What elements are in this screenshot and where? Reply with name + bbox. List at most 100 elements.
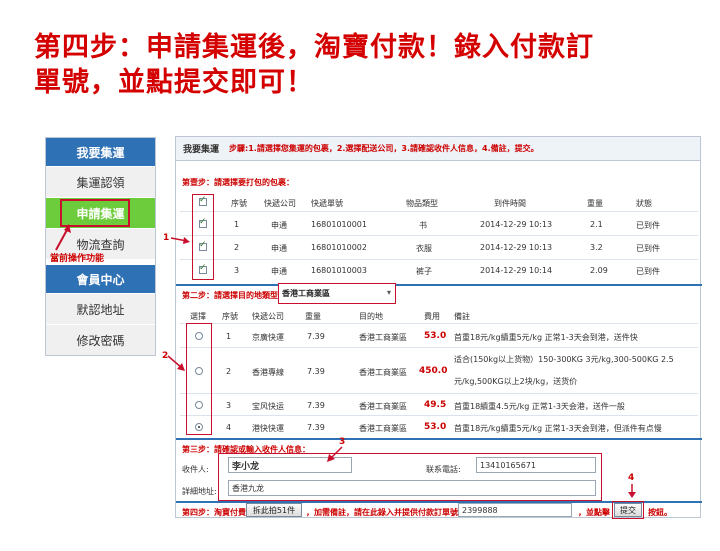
row-status: 已到件 <box>636 221 660 230</box>
row-company: 京廣快運 <box>252 333 284 342</box>
row-dest: 香港工商業區 <box>359 424 407 433</box>
row-weight: 3.2 <box>590 243 603 252</box>
col-header-status: 狀態 <box>636 199 652 208</box>
row-note-line2: 元/kg,500KG以上2块/kg，送货价 <box>454 377 578 386</box>
section-separator <box>176 438 702 440</box>
pay-button[interactable]: 拆此拍51件 <box>246 503 302 517</box>
destination-select[interactable]: 香港工商業區 ▾ <box>278 283 396 304</box>
nav-header-member: 會員中心 <box>46 265 155 293</box>
row-type: 书 <box>419 221 427 230</box>
step4-label: 第四步：淘寶付費 <box>182 508 246 517</box>
col-header-type: 物品類型 <box>406 199 438 208</box>
annotation-box-submit <box>612 501 644 519</box>
row-no: 4 <box>226 423 232 432</box>
row-company: 申通 <box>271 244 287 253</box>
table-divider <box>180 259 698 260</box>
row-weight: 7.39 <box>307 423 325 432</box>
row-weight: 7.39 <box>307 401 325 410</box>
destination-selected-value: 香港工商業區 <box>282 289 330 298</box>
table-divider <box>180 347 698 348</box>
annotation-arrow-icon <box>628 484 636 498</box>
nav-item-password[interactable]: 修改密碼 <box>46 324 155 355</box>
section-separator <box>176 284 702 286</box>
annotation-arrow-icon <box>327 446 343 462</box>
row-weight: 7.39 <box>307 332 325 341</box>
row-type: 衣服 <box>416 244 432 253</box>
row-weight: 7.39 <box>307 367 325 376</box>
row-company: 申通 <box>271 267 287 276</box>
col-header-dest: 目的地 <box>359 312 383 321</box>
table-divider <box>180 323 698 324</box>
col-header-weight: 重量 <box>305 312 321 321</box>
address-input[interactable]: 香港九龙 <box>228 480 596 496</box>
annotation-box-radios <box>186 323 212 435</box>
annotation-arrow-icon <box>55 224 71 251</box>
row-company: 港快快運 <box>252 424 284 433</box>
row-dest: 香港工商業區 <box>359 333 407 342</box>
row-no: 2 <box>226 367 232 376</box>
table-divider <box>180 235 698 236</box>
row-fee: 53.0 <box>424 331 447 341</box>
phone-label: 联系電話: <box>426 465 461 474</box>
row-company: 申通 <box>271 221 287 230</box>
table-divider <box>180 393 698 394</box>
row-time: 2014-12-29 10:13 <box>480 243 553 252</box>
row-note: 首重18元/kg續重5元/kg 正常1-3天会到港，送件快 <box>454 333 638 342</box>
row-no: 3 <box>226 401 232 410</box>
panel-header: 我要集運 步驟:1.請選擇您集運的包裹，2.選擇配送公司，3.請確認收件人信息，… <box>176 137 700 161</box>
row-company: 香港專線 <box>252 368 284 377</box>
row-dest: 香港工商業區 <box>359 368 407 377</box>
col-header-company: 快遞公司 <box>264 199 296 208</box>
nav-header-shipping: 我要集運 <box>46 138 155 166</box>
nav-item-claim[interactable]: 集運認領 <box>46 166 155 197</box>
address-label: 詳細地址: <box>182 487 217 496</box>
row-note-line1: 适合(150kg以上货物）150-300KG 3元/kg,300-500KG 2… <box>454 355 674 364</box>
panel-title: 我要集運 <box>183 145 220 155</box>
order-number-input[interactable]: 2399888 <box>458 503 572 517</box>
step2-label: 第二步：請選擇目的地類型 <box>182 291 278 300</box>
recipient-label: 收件人: <box>182 465 209 474</box>
row-tracking: 16801010002 <box>311 243 367 252</box>
row-no: 3 <box>234 266 240 275</box>
step4-hint: ，加需備註，請在此錄入并提供付款訂單號 <box>306 508 458 517</box>
row-fee: 53.0 <box>424 422 447 432</box>
row-no: 1 <box>226 332 232 341</box>
row-status: 已到件 <box>636 244 660 253</box>
active-function-note: 當前操作功能 <box>50 254 105 264</box>
col-header-fee: 費用 <box>424 312 440 321</box>
row-note: 首重18續重4.5元/kg 正常1-3天会港，送件一般 <box>454 402 625 411</box>
step4-confirm-text: ，並點擊 <box>578 508 610 517</box>
row-fee: 49.5 <box>424 400 447 410</box>
nav-item-address[interactable]: 默認地址 <box>46 293 155 324</box>
step1-label: 第壹步：請選擇要打包的包裹： <box>182 178 294 187</box>
row-dest: 香港工商業區 <box>359 402 407 411</box>
row-note: 首重18元/kg續重5元/kg 正常1-3天会到港，但派件有点慢 <box>454 424 662 433</box>
col-header-time: 到件時間 <box>494 199 526 208</box>
phone-input[interactable]: 13410165671 <box>476 457 596 473</box>
row-no: 2 <box>234 243 240 252</box>
row-time: 2014-12-29 10:14 <box>480 266 553 275</box>
col-header-tracking: 快遞單號 <box>311 199 343 208</box>
headline-line-1: 第四步：申請集運後，淘寶付款！錄入付款訂 <box>34 32 594 63</box>
row-status: 已到件 <box>636 267 660 276</box>
panel-steps-hint: 步驟:1.請選擇您集運的包裹，2.選擇配送公司，3.請確認收件人信息，4.備註，… <box>229 144 539 153</box>
table-divider <box>180 211 698 212</box>
annotation-box-checkboxes <box>192 194 214 280</box>
row-tracking: 16801010003 <box>311 266 367 275</box>
col-header-no: 序號 <box>222 312 238 321</box>
row-time: 2014-12-29 10:13 <box>480 220 553 229</box>
annotation-arrow-icon <box>170 237 190 244</box>
col-header-select: 選擇 <box>190 312 206 321</box>
annotation-arrow-icon <box>167 355 185 371</box>
row-fee: 450.0 <box>419 366 448 376</box>
row-tracking: 16801010001 <box>311 220 367 229</box>
col-header-company: 快遞公司 <box>252 312 284 321</box>
row-no: 1 <box>234 220 240 229</box>
chevron-down-icon: ▾ <box>386 288 391 297</box>
col-header-no: 序號 <box>231 199 247 208</box>
instruction-headline: 第四步：申請集運後，淘寶付款！錄入付款訂 單號，並點提交即可！ <box>34 30 694 100</box>
col-header-weight: 重量 <box>587 199 603 208</box>
col-header-note: 備註 <box>454 312 470 321</box>
annotation-number-1: 1 <box>163 233 170 243</box>
row-type: 裤子 <box>416 267 432 276</box>
